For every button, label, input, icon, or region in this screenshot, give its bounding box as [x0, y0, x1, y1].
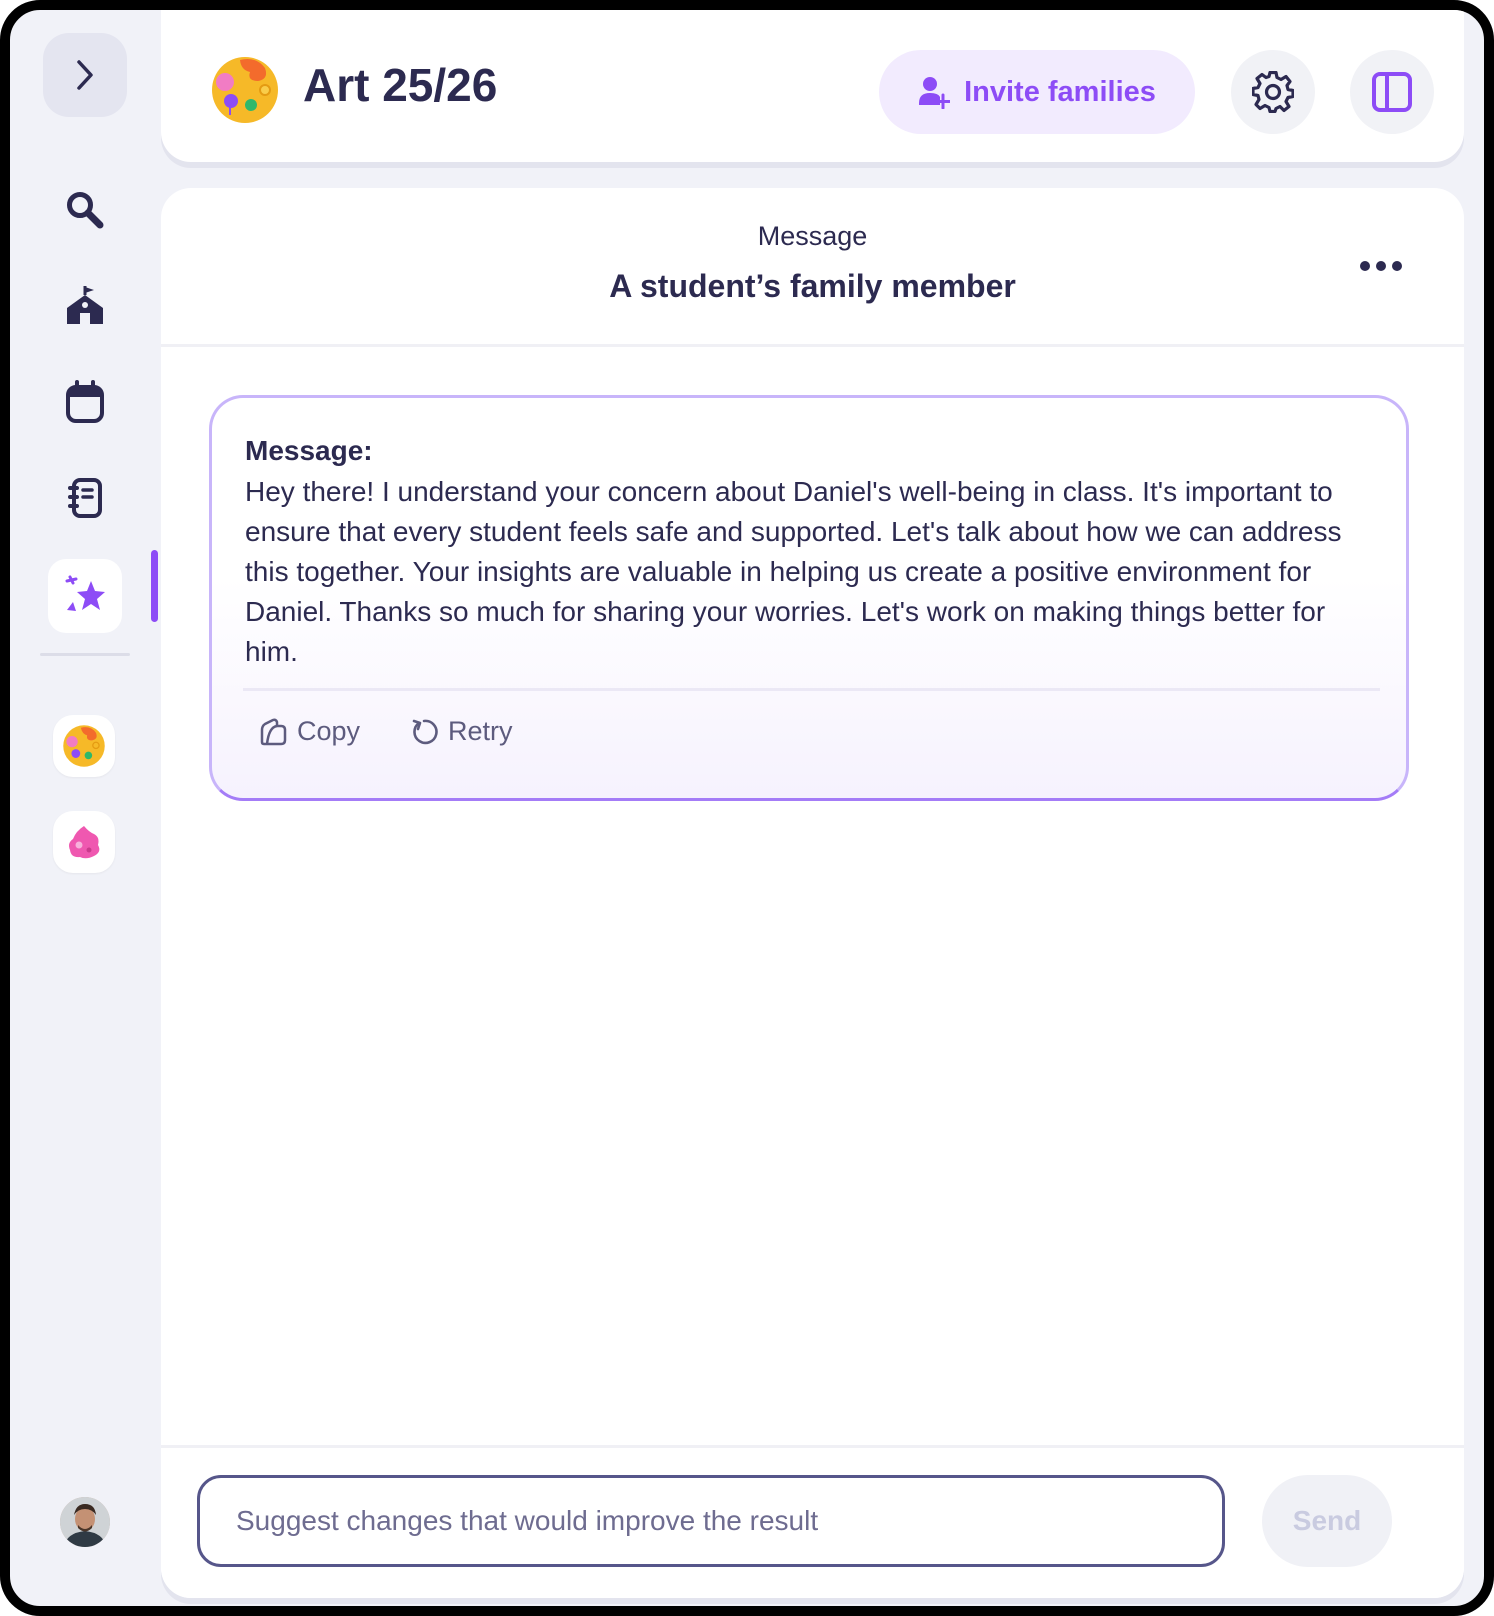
- school-icon: [67, 286, 103, 324]
- art-palette-icon: [63, 725, 105, 767]
- settings-button[interactable]: [1231, 50, 1315, 134]
- user-photo: [60, 1497, 110, 1547]
- panel-header: Message A student’s family member: [161, 188, 1464, 347]
- copy-button[interactable]: Copy: [259, 716, 360, 747]
- toggle-side-panel-button[interactable]: [1350, 50, 1434, 134]
- sidebar-item-notebook[interactable]: [48, 461, 122, 535]
- chevron-right-icon: [77, 60, 93, 90]
- dot: [1376, 261, 1386, 271]
- sidebar-item-school[interactable]: [48, 269, 122, 343]
- copy-icon: [260, 718, 287, 745]
- retry-icon: [412, 719, 438, 744]
- sidebar-item-search[interactable]: [48, 173, 122, 247]
- message-panel: Message A student’s family member Messag…: [161, 188, 1464, 1598]
- card-divider: [243, 688, 1380, 691]
- retry-label: Retry: [448, 716, 513, 746]
- sidebar-class-art[interactable]: [53, 715, 115, 777]
- art-palette-icon: [212, 57, 278, 123]
- sidebar: [10, 10, 160, 1606]
- send-button[interactable]: Send: [1262, 1475, 1392, 1567]
- message-label: Message:: [245, 435, 373, 466]
- side-panel-icon: [1372, 72, 1412, 112]
- calendar-icon: [66, 380, 104, 423]
- sidebar-item-ai-tools[interactable]: [48, 559, 122, 633]
- active-indicator: [151, 550, 158, 622]
- expand-sidebar-button[interactable]: [43, 33, 127, 117]
- dot: [1360, 261, 1370, 271]
- dot: [1392, 261, 1402, 271]
- gear-icon: [1252, 71, 1294, 113]
- class-title: Art 25/26: [303, 59, 498, 111]
- copy-label: Copy: [297, 716, 361, 746]
- sidebar-divider: [40, 653, 130, 656]
- panel-title: A student’s family member: [609, 268, 1016, 304]
- invite-families-button[interactable]: Invite families: [879, 50, 1195, 134]
- top-header: Art 25/26 Invite families: [161, 10, 1464, 162]
- retry-button[interactable]: Retry: [410, 716, 513, 747]
- sidebar-class-other[interactable]: [53, 811, 115, 873]
- message-body: Hey there! I understand your concern abo…: [245, 476, 1342, 667]
- sparkles-icon: [65, 575, 105, 611]
- user-avatar[interactable]: [60, 1497, 110, 1547]
- search-icon: [67, 192, 104, 229]
- more-options-button[interactable]: [1351, 246, 1411, 286]
- invite-families-label: Invite families: [964, 75, 1156, 108]
- generated-message-card: Message: Hey there! I understand your co…: [209, 395, 1409, 801]
- sidebar-item-calendar[interactable]: [48, 365, 122, 439]
- add-person-icon: [919, 77, 951, 109]
- app-window: Art 25/26 Invite families Message A stud…: [0, 0, 1494, 1616]
- panel-kicker: Message: [757, 221, 868, 251]
- composer: Send: [161, 1445, 1464, 1598]
- suggestion-input[interactable]: [197, 1475, 1225, 1567]
- notebook-icon: [68, 478, 102, 518]
- pink-blob-icon: [69, 826, 100, 859]
